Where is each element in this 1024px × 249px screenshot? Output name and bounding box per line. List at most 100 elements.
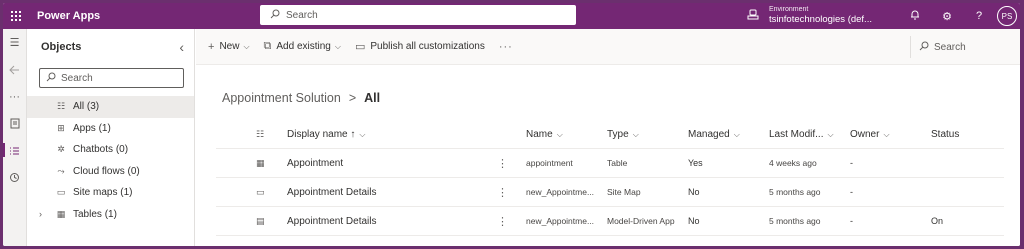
table-row[interactable]: ▤ Appointment Details ⋮ new_Appointme...… bbox=[216, 207, 1004, 236]
breadcrumb-current: All bbox=[364, 91, 381, 105]
cell-name: appointment bbox=[526, 158, 573, 168]
chevron-right-icon[interactable]: › bbox=[39, 209, 42, 219]
more-commands-icon[interactable]: ··· bbox=[499, 41, 513, 53]
app-title[interactable]: Power Apps bbox=[37, 10, 100, 22]
chevron-down-icon: ⌵ bbox=[733, 129, 740, 139]
breadcrumb-separator: > bbox=[348, 91, 357, 105]
more-icon[interactable]: ··· bbox=[3, 83, 26, 110]
global-search-input[interactable]: Search bbox=[260, 5, 576, 25]
objects-search-placeholder: Search bbox=[61, 72, 93, 84]
chevron-down-icon: ⌵ bbox=[359, 129, 366, 139]
avatar[interactable]: PS bbox=[997, 6, 1017, 26]
table-row[interactable]: ▦ Appointment ⋮ appointment Table Yes 4 … bbox=[216, 149, 1004, 178]
chevron-down-icon: ⌵ bbox=[334, 41, 341, 51]
cell-managed: No bbox=[688, 216, 700, 226]
objects-item-site-maps[interactable]: ▭ Site maps (1) bbox=[27, 182, 194, 204]
help-icon[interactable]: ? bbox=[963, 10, 995, 22]
search-icon bbox=[919, 41, 929, 54]
publish-all-button[interactable]: ▭ Publish all customizations bbox=[355, 40, 485, 53]
breadcrumb: Appointment Solution > All bbox=[222, 91, 380, 105]
row-more-icon[interactable]: ⋮ bbox=[497, 186, 526, 199]
cell-last-modified: 5 months ago bbox=[769, 187, 821, 197]
table-icon: ▦ bbox=[56, 208, 66, 219]
objects-title: Objects bbox=[41, 41, 82, 53]
back-icon[interactable] bbox=[3, 56, 26, 83]
cell-owner: - bbox=[850, 187, 853, 197]
app-launcher-icon[interactable] bbox=[5, 3, 27, 29]
cell-last-modified: 4 weeks ago bbox=[769, 158, 817, 168]
objects-item-all[interactable]: ☷ All (3) bbox=[27, 96, 194, 118]
cell-status: On bbox=[931, 216, 944, 226]
header-managed[interactable]: Managed ⌵ bbox=[688, 129, 769, 140]
objects-item-apps[interactable]: ⊞ Apps (1) bbox=[27, 118, 194, 140]
chevron-down-icon: ⌵ bbox=[243, 41, 250, 51]
search-icon bbox=[46, 72, 56, 85]
chevron-down-icon: ⌵ bbox=[556, 129, 563, 139]
command-bar: + New ⌵ ⧉ Add existing ⌵ ▭ Publish all c… bbox=[196, 29, 1020, 65]
list-icon: ☷ bbox=[56, 101, 66, 112]
add-existing-icon: ⧉ bbox=[263, 40, 272, 52]
header-status[interactable]: Status bbox=[931, 129, 1004, 140]
environment-icon bbox=[747, 9, 759, 21]
row-more-icon[interactable]: ⋮ bbox=[497, 157, 526, 170]
cell-display-name[interactable]: Appointment Details bbox=[287, 187, 497, 198]
global-search-placeholder: Search bbox=[286, 9, 318, 21]
objects-item-tables[interactable]: › ▦ Tables (1) bbox=[27, 204, 194, 226]
chevron-down-icon: ⌵ bbox=[883, 129, 890, 139]
header-type[interactable]: Type ⌵ bbox=[607, 129, 688, 140]
cell-type: Table bbox=[607, 158, 628, 168]
new-button[interactable]: + New ⌵ bbox=[208, 41, 250, 53]
objects-panel: Objects ‹ Search ☷ All (3) ⊞ Apps (1) ✲ … bbox=[27, 29, 195, 246]
cell-owner: - bbox=[850, 216, 853, 226]
apps-icon: ⊞ bbox=[57, 122, 65, 133]
app-icon: ▤ bbox=[256, 215, 265, 226]
cell-name: new_Appointme... bbox=[526, 187, 595, 197]
header-owner[interactable]: Owner ⌵ bbox=[850, 129, 931, 140]
row-more-icon[interactable]: ⋮ bbox=[497, 215, 526, 228]
objects-search-input[interactable]: Search bbox=[39, 68, 184, 88]
cell-type: Site Map bbox=[607, 187, 641, 197]
table-icon: ▦ bbox=[256, 157, 265, 168]
objects-list-icon[interactable] bbox=[3, 137, 26, 164]
sitemap-icon: ▭ bbox=[56, 187, 66, 198]
objects-table: ☷ Display name ↑ ⌵ Name ⌵ Type ⌵ Managed ⌵ L… bbox=[216, 121, 1004, 236]
page-icon[interactable] bbox=[3, 110, 26, 137]
environment-picker[interactable]: Environment tsinfotechnologies (def... bbox=[747, 5, 872, 25]
cell-managed: No bbox=[688, 187, 700, 197]
main-content: + New ⌵ ⧉ Add existing ⌵ ▭ Publish all c… bbox=[196, 29, 1020, 246]
cell-display-name[interactable]: Appointment bbox=[287, 158, 497, 169]
history-icon[interactable] bbox=[3, 164, 26, 191]
plus-icon: + bbox=[208, 40, 215, 53]
collapse-chevron-icon[interactable]: ‹ bbox=[179, 39, 184, 55]
objects-item-chatbots[interactable]: ✲ Chatbots (0) bbox=[27, 139, 194, 161]
cell-name: new_Appointme... bbox=[526, 216, 595, 226]
top-bar: Power Apps Search Environment tsinfotech… bbox=[3, 3, 1020, 29]
cell-display-name[interactable]: Appointment Details bbox=[287, 216, 497, 227]
app-frame: Power Apps Search Environment tsinfotech… bbox=[3, 3, 1020, 246]
sitemap-icon: ▭ bbox=[256, 186, 265, 197]
chevron-down-icon: ⌵ bbox=[632, 129, 639, 139]
hamburger-icon[interactable]: ☰ bbox=[3, 29, 26, 56]
cell-last-modified: 5 months ago bbox=[769, 216, 821, 226]
header-last-modified[interactable]: Last Modif... ⌵ bbox=[769, 129, 850, 140]
command-search[interactable]: Search bbox=[910, 36, 1020, 58]
search-icon bbox=[270, 9, 280, 22]
chevron-down-icon: ⌵ bbox=[827, 129, 834, 139]
table-header-row: ☷ Display name ↑ ⌵ Name ⌵ Type ⌵ Managed ⌵ L… bbox=[216, 121, 1004, 149]
cell-type: Model-Driven App bbox=[607, 216, 675, 226]
table-row[interactable]: ▭ Appointment Details ⋮ new_Appointme...… bbox=[216, 178, 1004, 207]
cell-owner: - bbox=[850, 158, 853, 168]
column-options-icon[interactable]: ☷ bbox=[216, 129, 287, 140]
header-name[interactable]: Name ⌵ bbox=[526, 129, 607, 140]
notifications-icon[interactable] bbox=[899, 9, 931, 23]
cell-managed: Yes bbox=[688, 158, 703, 168]
header-display-name[interactable]: Display name ↑ ⌵ bbox=[287, 129, 497, 140]
environment-label: Environment bbox=[769, 6, 809, 13]
chatbot-icon: ✲ bbox=[57, 144, 65, 155]
add-existing-button[interactable]: ⧉ Add existing ⌵ bbox=[264, 40, 341, 53]
settings-gear-icon[interactable]: ⚙ bbox=[931, 10, 963, 23]
publish-icon: ▭ bbox=[354, 41, 366, 53]
breadcrumb-parent[interactable]: Appointment Solution bbox=[222, 91, 341, 105]
objects-item-cloud-flows[interactable]: ⤳ Cloud flows (0) bbox=[27, 161, 194, 183]
left-rail: ☰ ··· bbox=[3, 29, 27, 246]
